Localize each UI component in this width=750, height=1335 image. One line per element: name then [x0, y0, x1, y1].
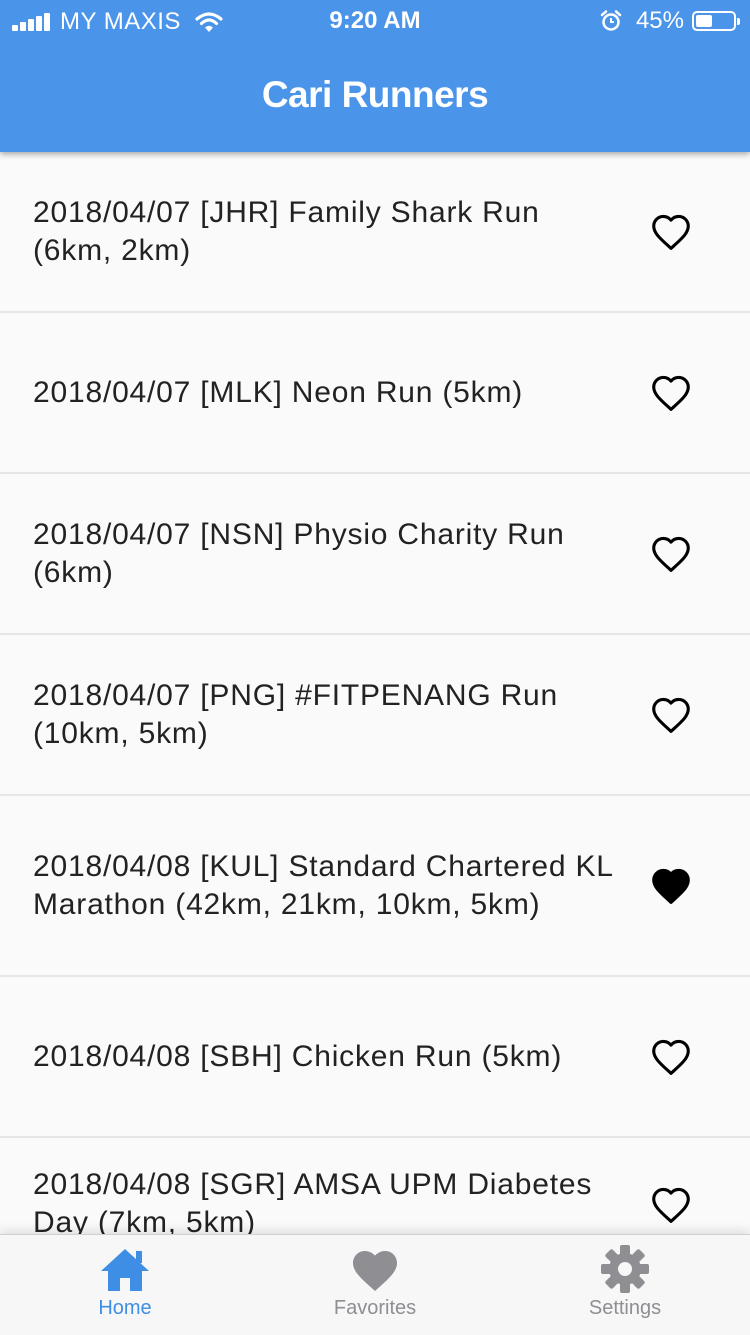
list-item[interactable]: 2018/04/07 [JHR] Family Shark Run (6km, … — [0, 152, 750, 313]
favorite-heart-icon[interactable] — [650, 696, 692, 734]
battery-level — [696, 15, 713, 27]
heart-icon — [353, 1251, 397, 1291]
list-item[interactable]: 2018/04/08 [SGR] AMSA UPM Diabetes Day (… — [0, 1138, 750, 1234]
event-title: 2018/04/07 [PNG] #FITPENANG Run (10km, 5… — [33, 678, 559, 750]
list-item[interactable]: 2018/04/08 [KUL] Standard Chartered KL M… — [0, 796, 750, 977]
tab-favorites[interactable]: Favorites — [250, 1235, 500, 1335]
tab-settings[interactable]: Settings — [500, 1235, 750, 1335]
event-title: 2018/04/08 [SGR] AMSA UPM Diabetes Day (… — [33, 1168, 593, 1234]
favorite-heart-icon[interactable] — [650, 374, 692, 412]
tab-label: Home — [98, 1297, 152, 1319]
event-title: 2018/04/07 [MLK] Neon Run (5km) — [33, 375, 524, 409]
status-bar: MY MAXIS 9:20 AM 45% — [0, 0, 750, 40]
battery-tip — [737, 18, 740, 25]
event-title: 2018/04/07 [JHR] Family Shark Run (6km, … — [33, 195, 540, 267]
app-header: MY MAXIS 9:20 AM 45% Cari Runners — [0, 0, 750, 152]
status-bar-right: 45% — [600, 7, 740, 35]
list-item[interactable]: 2018/04/07 [NSN] Physio Charity Run (6km… — [0, 474, 750, 635]
battery-icon — [692, 11, 740, 31]
page-title: Cari Runners — [261, 74, 489, 115]
tab-home[interactable]: Home — [0, 1235, 250, 1335]
list-item[interactable]: 2018/04/07 [MLK] Neon Run (5km) — [0, 313, 750, 474]
tab-label: Favorites — [333, 1297, 417, 1319]
home-icon — [101, 1249, 149, 1291]
favorite-heart-icon[interactable] — [650, 1186, 692, 1224]
event-title: 2018/04/07 [NSN] Physio Charity Run (6km… — [33, 517, 565, 589]
event-list[interactable]: 2018/04/07 [JHR] Family Shark Run (6km, … — [0, 152, 750, 1234]
alarm-icon — [600, 10, 622, 31]
favorite-heart-icon[interactable] — [650, 1038, 692, 1076]
event-title: 2018/04/08 [KUL] Standard Chartered KL M… — [33, 849, 613, 921]
favorite-heart-icon[interactable] — [650, 867, 692, 905]
event-title: 2018/04/08 [SBH] Chicken Run (5km) — [33, 1039, 563, 1073]
tab-bar: Home Favorites Settings — [0, 1234, 750, 1335]
list-item[interactable]: 2018/04/08 [SBH] Chicken Run (5km) — [0, 977, 750, 1138]
favorite-heart-icon[interactable] — [650, 213, 692, 251]
list-item[interactable]: 2018/04/07 [PNG] #FITPENANG Run (10km, 5… — [0, 635, 750, 796]
battery-percent: 45% — [635, 7, 684, 34]
tab-label: Settings — [588, 1297, 662, 1319]
gear-icon — [601, 1245, 649, 1293]
favorite-heart-icon[interactable] — [650, 535, 692, 573]
